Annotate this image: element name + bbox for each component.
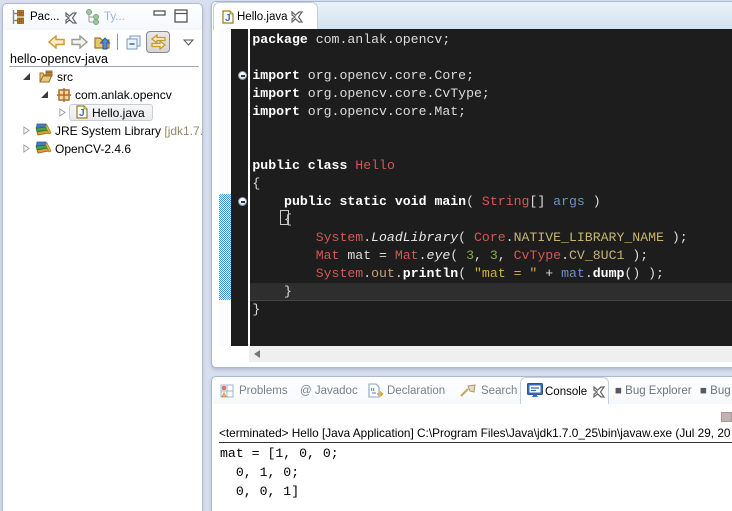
svg-text:J: J [225, 13, 231, 24]
svg-text:J: J [79, 108, 85, 119]
